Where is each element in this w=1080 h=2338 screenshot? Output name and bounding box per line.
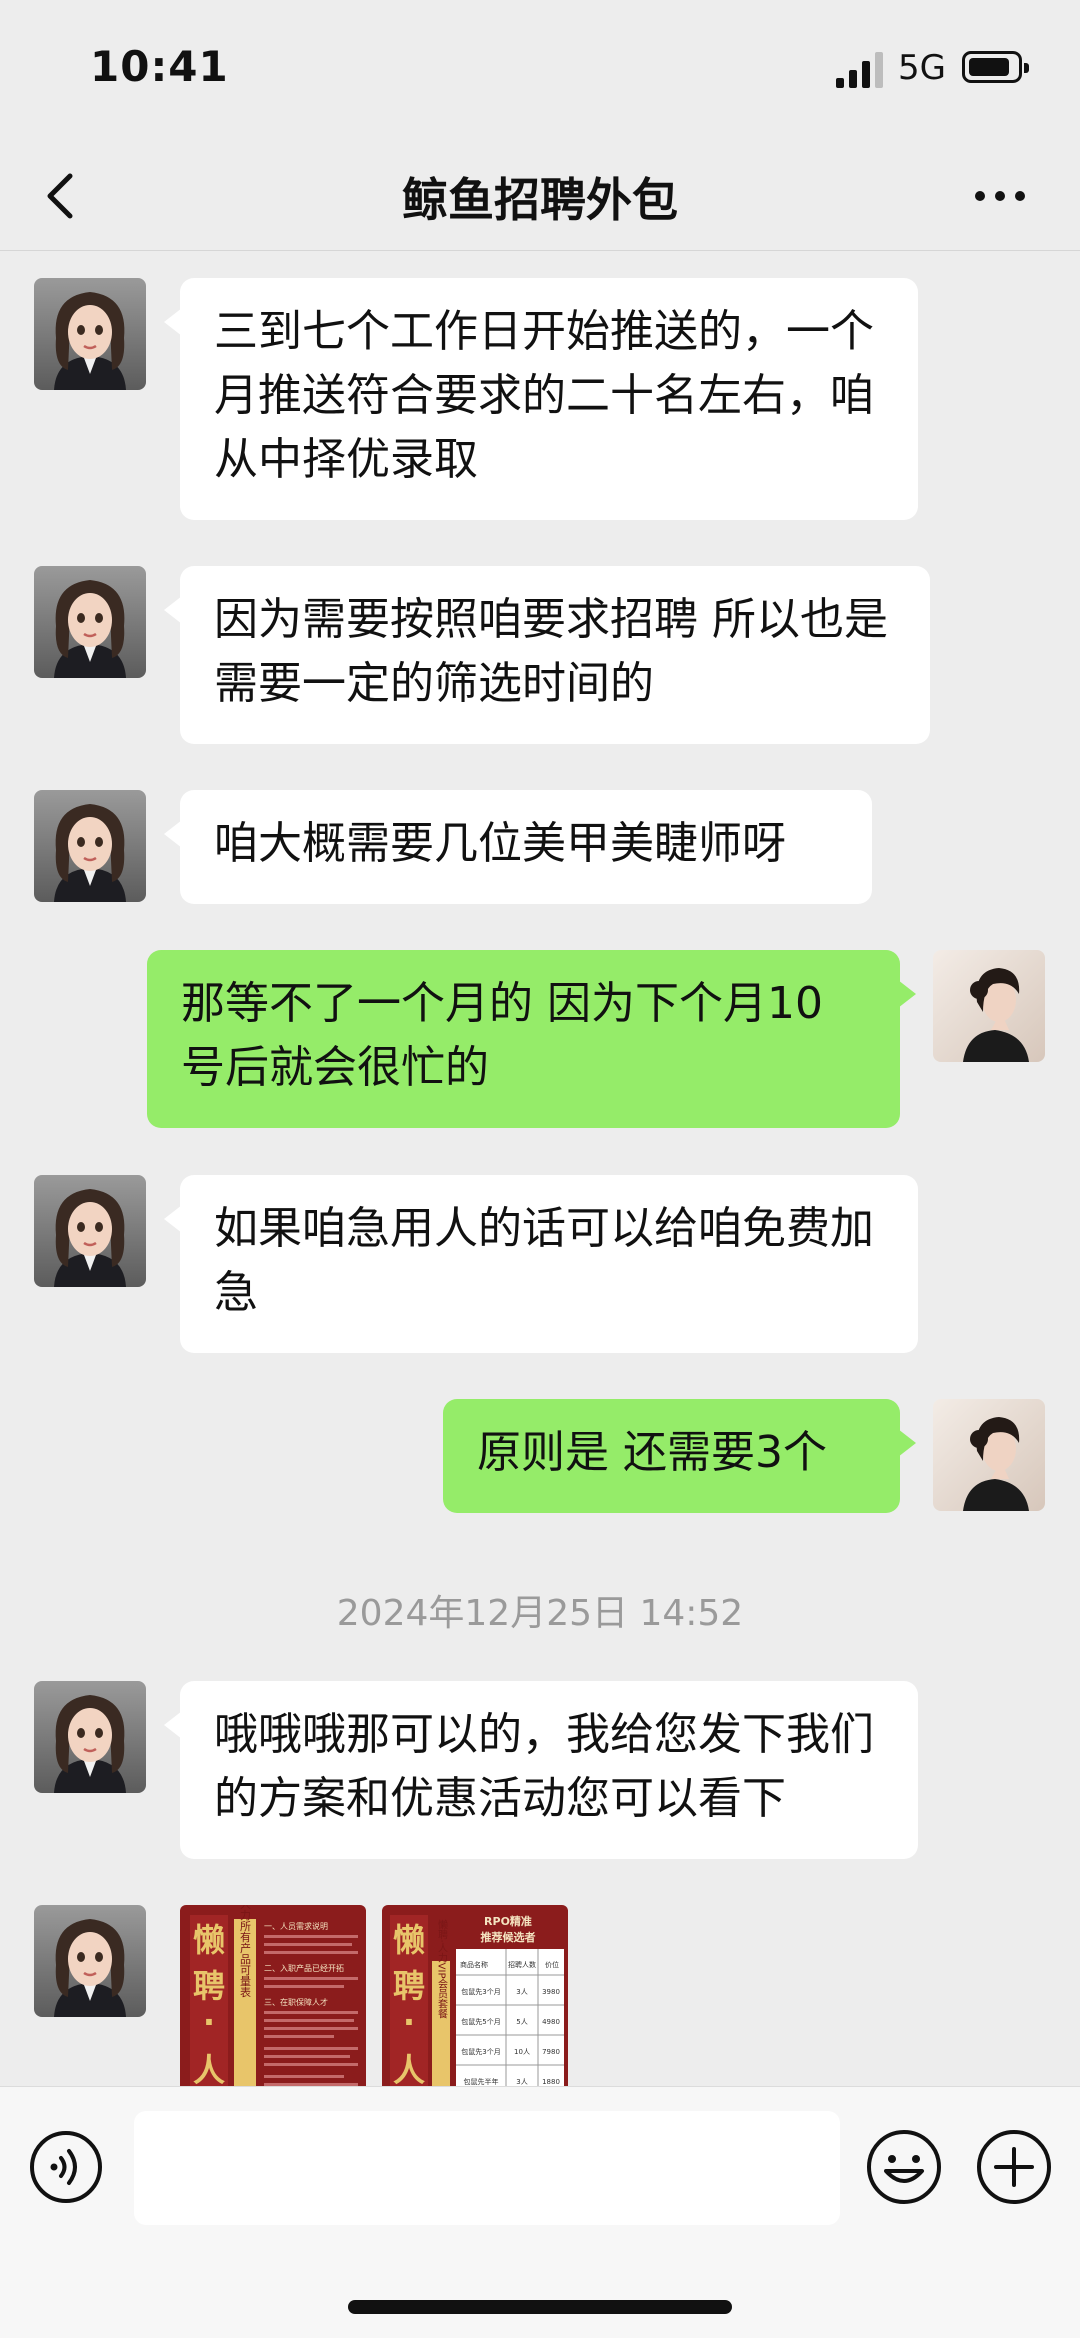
image2-cell: 4980 (542, 2018, 560, 2026)
chat-title: 鲸鱼招聘外包 (402, 173, 678, 227)
message-row: 三到七个工作日开始推送的，一个月推送符合要求的二十名左右，咱从中择优录取 (0, 278, 1080, 520)
chat-header: 鲸鱼招聘外包 (0, 140, 1080, 251)
image2-cell: 7980 (542, 2048, 560, 2056)
image2-cell: 3980 (542, 1988, 560, 1996)
message-bubble[interactable]: 因为需要按照咱要求招聘 所以也是需要一定的筛选时间的 (164, 566, 930, 744)
image1-vertical-label: 懒聘·人力所有产品可量表 (239, 1905, 252, 1998)
network-type: 5G (898, 48, 946, 88)
image2-cell: 包鼠先3个月 (461, 2047, 500, 2056)
contact-avatar[interactable] (34, 790, 146, 902)
promo-image-1: 懒 聘 · 人 懒聘·人力所有产品可量表 一、人员需求说明 二、入职产品已经开拓… (180, 1905, 366, 2086)
image2-cell: 包鼠先半年 (464, 2077, 499, 2086)
message-row: 那等不了一个月的 因为下个月10号后就会很忙的 (0, 950, 1080, 1128)
promo-image-2: 懒 聘 · 人 懒聘·人力VIP会员套餐 RPO精准 推荐候选者 商品名称 招聘… (382, 1905, 568, 2086)
image1-char-1: 聘 (193, 1967, 225, 2005)
emoji-icon[interactable] (864, 2127, 944, 2207)
image2-cell: 5人 (516, 2018, 527, 2026)
image2-char-1: 聘 (393, 1967, 425, 2005)
contact-avatar[interactable] (34, 1681, 146, 1793)
message-bubble[interactable]: 咱大概需要几位美甲美睫师呀 (164, 790, 872, 904)
image2-banner-1: RPO精准 (484, 1914, 532, 1928)
image2-char-3: 人 (393, 2051, 425, 2086)
message-bubble[interactable]: 三到七个工作日开始推送的，一个月推送符合要求的二十名左右，咱从中择优录取 (164, 278, 918, 520)
image2-cell: 1880 (542, 2078, 560, 2086)
message-row: 如果咱急用人的话可以给咱免费加急 (0, 1175, 1080, 1353)
contact-avatar[interactable] (34, 566, 146, 678)
message-bubble[interactable]: 原则是 还需要3个 (443, 1399, 916, 1513)
status-time: 10:41 (90, 42, 229, 91)
user-avatar[interactable] (933, 1399, 1045, 1511)
status-bar: 10:41 5G (0, 0, 1080, 140)
image2-char-2: · (403, 2003, 415, 2041)
message-row: 哦哦哦那可以的，我给您发下我们的方案和优惠活动您可以看下 (0, 1681, 1080, 1859)
image2-th-2: 价位 (545, 1960, 559, 1969)
image1-line-2: 三、在职保障人才 (264, 1997, 328, 2007)
message-bubble[interactable]: 那等不了一个月的 因为下个月10号后就会很忙的 (147, 950, 916, 1128)
image1-line-0: 一、人员需求说明 (264, 1921, 328, 1931)
image1-char-2: · (203, 2003, 215, 2041)
home-indicator (348, 2300, 732, 2314)
image2-cell: 3人 (516, 1988, 527, 1996)
image2-th-1: 招聘人数 (508, 1960, 536, 1969)
contact-avatar[interactable] (34, 1175, 146, 1287)
message-row: 咱大概需要几位美甲美睫师呀 (0, 790, 1080, 904)
image2-banner-2: 推荐候选者 (481, 1930, 536, 1944)
image2-th-0: 商品名称 (460, 1960, 488, 1969)
message-input[interactable] (134, 2111, 840, 2225)
image-attachment-2[interactable]: 懒 聘 · 人 懒聘·人力VIP会员套餐 RPO精准 推荐候选者 商品名称 招聘… (382, 1905, 568, 2086)
image2-cell: 包鼠先5个月 (461, 2017, 500, 2026)
message-timestamp: 2024年12月25日 14:52 (336, 1593, 744, 1634)
image1-line-1: 二、入职产品已经开拓 (264, 1963, 344, 1973)
contact-avatar[interactable] (34, 278, 146, 390)
image2-cell: 10人 (514, 2048, 530, 2056)
voice-icon[interactable] (28, 2129, 104, 2205)
message-row: 懒 聘 · 人 懒聘·人力所有产品可量表 一、人员需求说明 二、入职产品已经开拓… (0, 1905, 1080, 2086)
image1-char-3: 人 (193, 2051, 225, 2086)
image2-vertical-label: 懒聘·人力VIP会员套餐 (436, 1918, 448, 2019)
battery-icon (962, 51, 1029, 83)
user-avatar[interactable] (933, 950, 1045, 1062)
message-row: 因为需要按照咱要求招聘 所以也是需要一定的筛选时间的 (0, 566, 1080, 744)
more-dots-icon[interactable] (970, 168, 1030, 224)
image2-char-0: 懒 (393, 1921, 425, 1959)
message-bubble[interactable]: 如果咱急用人的话可以给咱免费加急 (164, 1175, 918, 1353)
image1-char-0: 懒 (193, 1921, 225, 1959)
message-bubble[interactable]: 哦哦哦那可以的，我给您发下我们的方案和优惠活动您可以看下 (164, 1681, 918, 1859)
contact-avatar[interactable] (34, 1905, 146, 2017)
image2-cell: 包鼠先3个月 (461, 1987, 500, 1996)
plus-icon[interactable] (974, 2127, 1054, 2207)
image2-cell: 3人 (516, 2078, 527, 2086)
message-row: 原则是 还需要3个 (0, 1399, 1080, 1513)
image-attachment-1[interactable]: 懒 聘 · 人 懒聘·人力所有产品可量表 一、人员需求说明 二、入职产品已经开拓… (180, 1905, 366, 2086)
input-bar (0, 2086, 1080, 2338)
signal-icon (836, 52, 883, 88)
message-list[interactable]: 三到七个工作日开始推送的，一个月推送符合要求的二十名左右，咱从中择优录取 因为需… (0, 251, 1080, 2086)
